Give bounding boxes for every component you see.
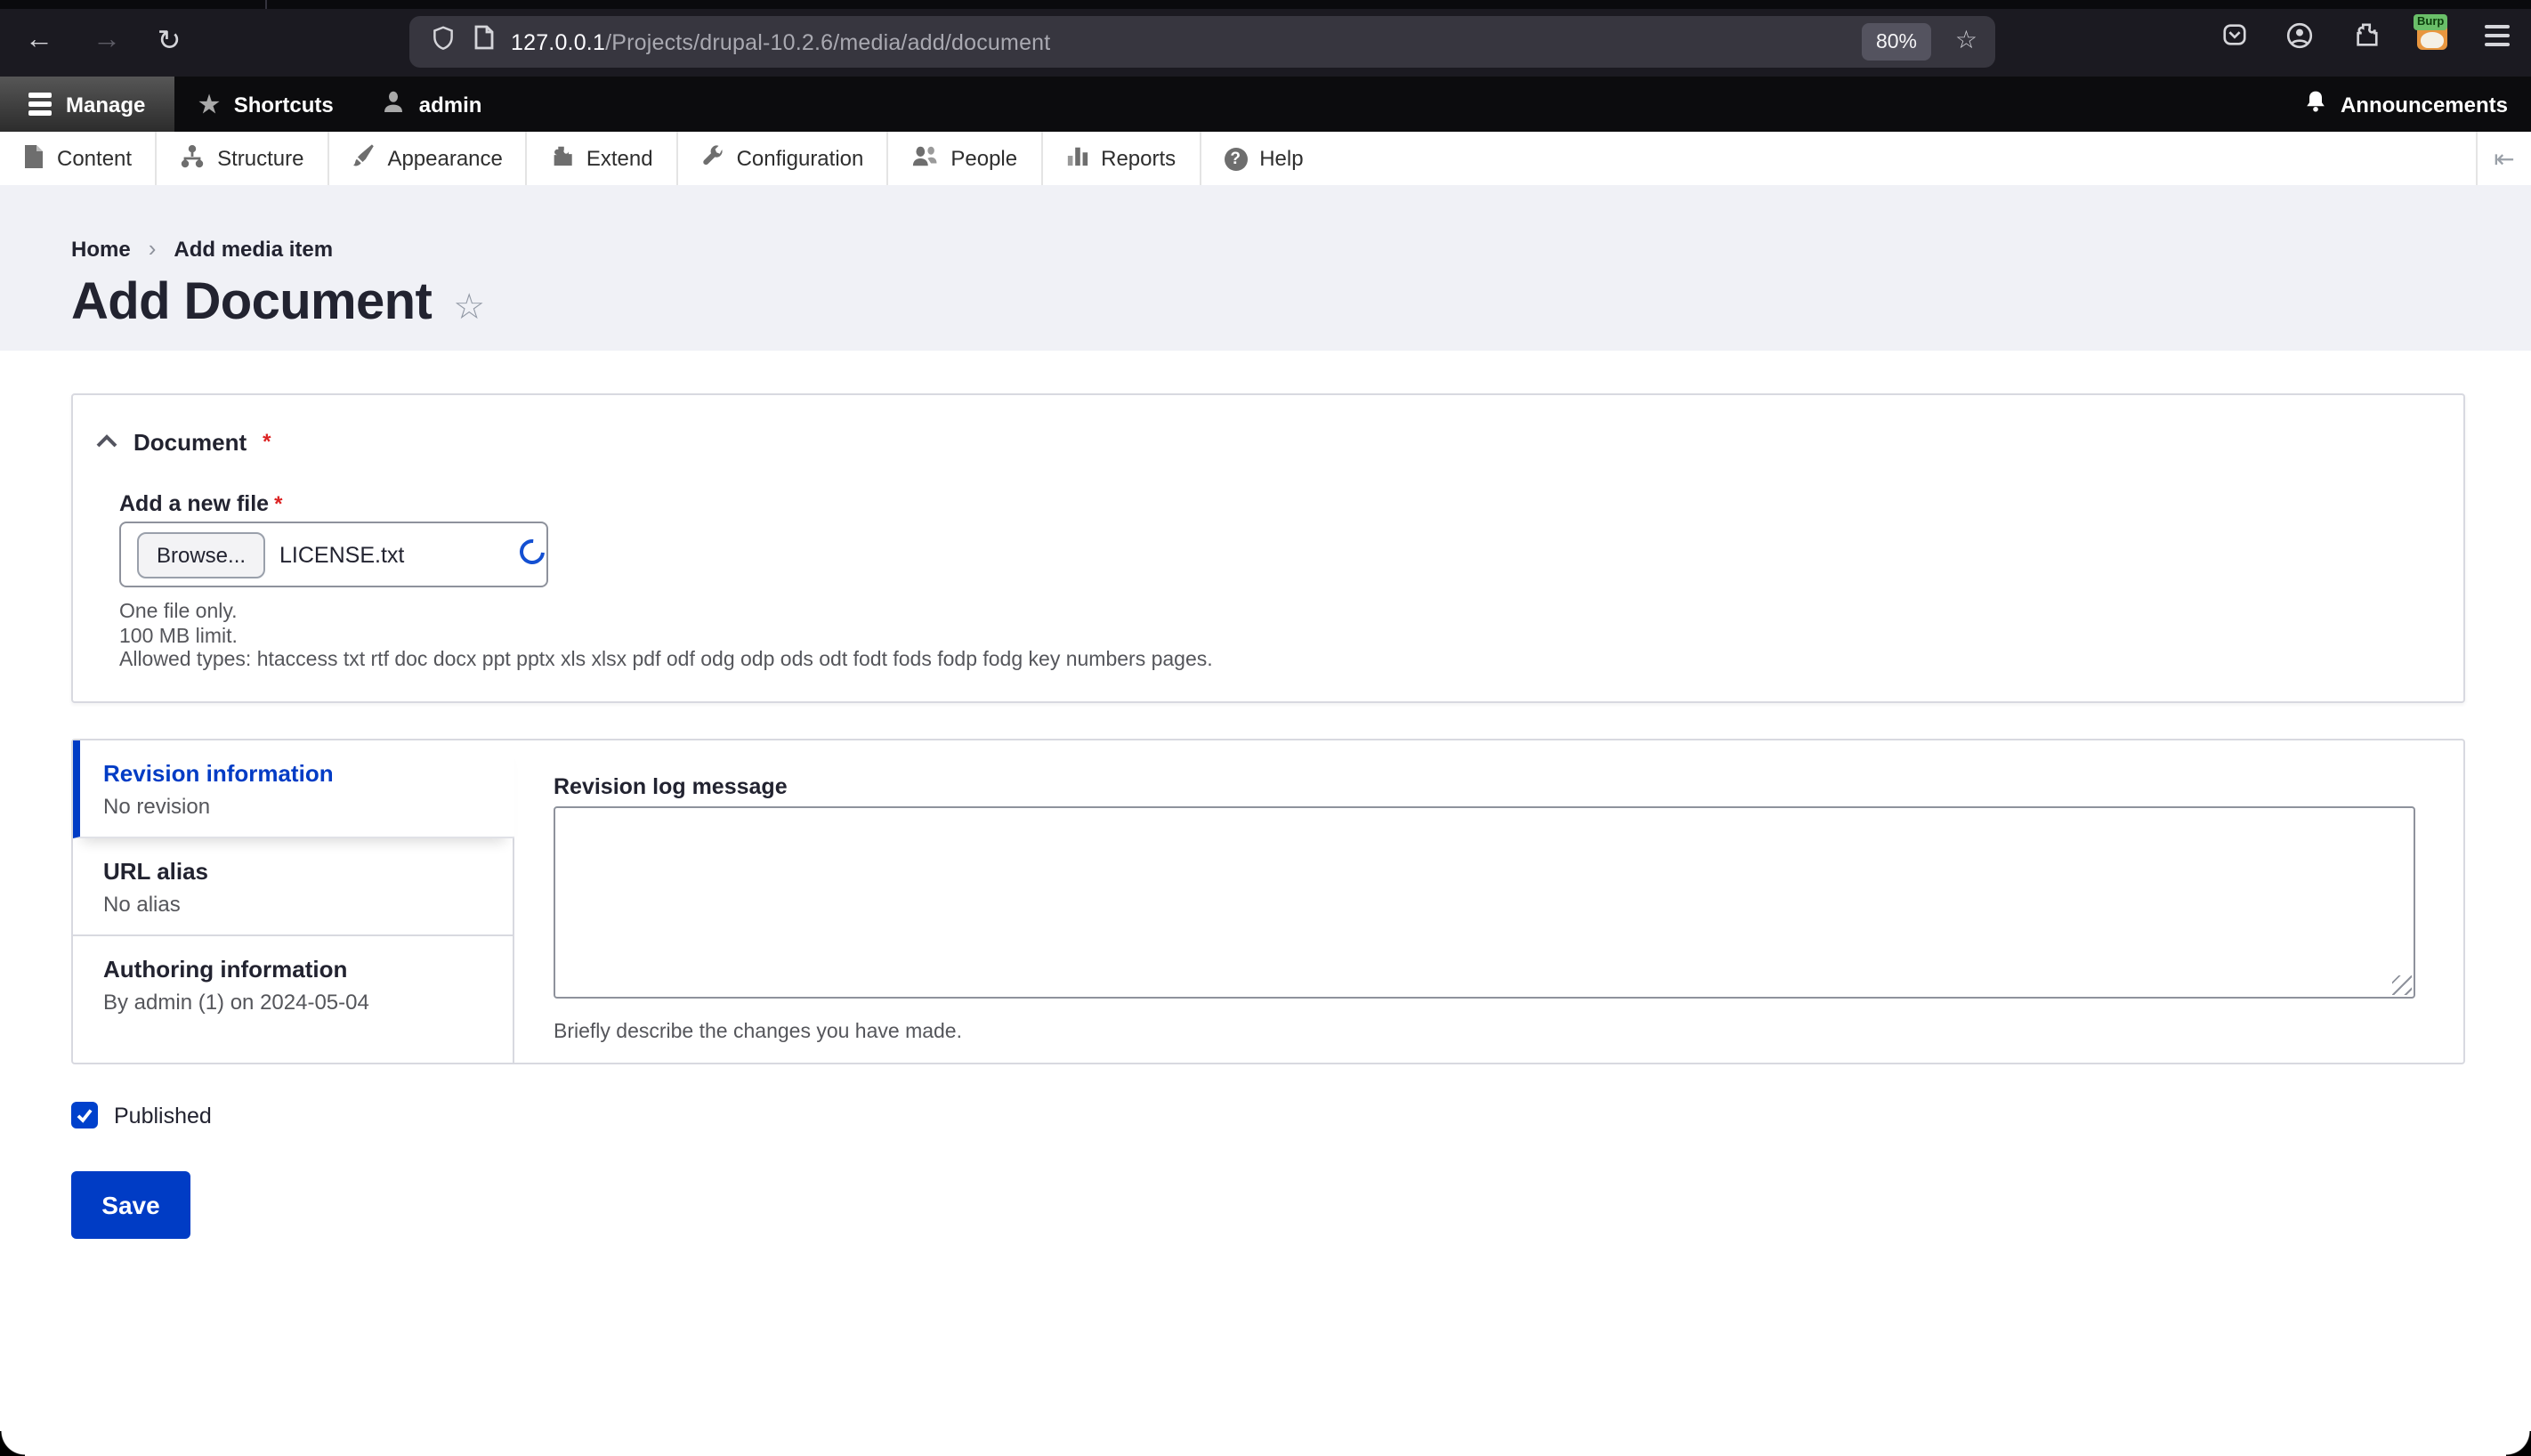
document-fieldset-legend[interactable]: Document * <box>96 425 271 457</box>
toolbar-item-manage[interactable]: Manage <box>0 77 174 132</box>
vertical-tabs: Revision information No revision URL ali… <box>71 739 2465 1064</box>
chevron-up-icon <box>96 425 117 457</box>
configuration-icon <box>701 144 724 173</box>
menu-item-appearance[interactable]: Appearance <box>328 132 528 185</box>
url-bar[interactable]: 127.0.0.1/Projects/drupal-10.2.6/media/a… <box>409 16 1995 68</box>
vertical-tabs-menu: Revision information No revision URL ali… <box>73 740 514 1063</box>
shortcuts-star-icon: ★ <box>198 90 220 117</box>
document-fieldset: Document * Add a new file * Browse... LIC… <box>71 393 2465 703</box>
burp-extension-icon[interactable]: Burp <box>2414 14 2448 50</box>
browser-tabstrip-edge <box>0 0 2531 9</box>
page-icon[interactable] <box>473 25 495 59</box>
content-icon <box>23 143 44 174</box>
revision-log-hint: Briefly describe the changes you have ma… <box>554 1022 962 1043</box>
zoom-level-badge[interactable]: 80% <box>1861 23 1931 61</box>
revision-log-textarea[interactable] <box>554 806 2415 999</box>
breadcrumb-separator: › <box>148 235 157 262</box>
toolbar-item-shortcuts[interactable]: ★ Shortcuts <box>174 77 358 132</box>
manage-label: Manage <box>66 92 146 117</box>
published-label: Published <box>114 1103 212 1128</box>
user-label: admin <box>418 92 482 117</box>
menu-item-structure[interactable]: Structure <box>157 132 329 185</box>
screen-corner <box>2506 1431 2531 1456</box>
toolbar-item-user[interactable]: admin <box>359 77 507 132</box>
bookmark-star-icon[interactable]: ☆ <box>1955 25 1977 55</box>
extend-icon <box>551 144 574 173</box>
file-name: LICENSE.txt <box>279 542 405 567</box>
manage-hamburger-icon <box>28 93 52 116</box>
reload-icon[interactable]: ↻ <box>148 20 190 62</box>
breadcrumb-home-link[interactable]: Home <box>71 236 131 261</box>
revision-log-label: Revision log message <box>554 774 788 799</box>
people-icon <box>911 144 938 173</box>
published-checkbox[interactable] <box>71 1102 98 1128</box>
shield-icon[interactable] <box>431 24 456 60</box>
account-icon[interactable] <box>2285 20 2314 49</box>
toolbar-item-announcements[interactable]: Announcements <box>2303 77 2531 132</box>
favorite-star-icon[interactable]: ☆ <box>453 285 485 329</box>
toolbar-collapse-icon[interactable]: ⇤ <box>2476 132 2531 185</box>
browse-button[interactable]: Browse... <box>137 531 266 578</box>
breadcrumb-current: Add media item <box>174 236 334 261</box>
announcements-label: Announcements <box>2340 92 2508 117</box>
file-field-description: One file only. 100 MB limit. Allowed typ… <box>119 602 1213 671</box>
required-marker: * <box>263 429 271 454</box>
drupal-menu-bar: Content Structure Appearance Extend Conf… <box>0 132 2531 194</box>
menu-item-configuration[interactable]: Configuration <box>678 132 889 185</box>
screen-corner <box>0 1431 25 1456</box>
published-row: Published <box>71 1102 212 1128</box>
checkmark-icon <box>77 1109 93 1123</box>
tab-url-alias[interactable]: URL alias No alias <box>73 838 513 936</box>
appearance-icon <box>352 144 375 173</box>
url-text: 127.0.0.1/Projects/drupal-10.2.6/media/a… <box>511 29 1051 54</box>
menu-item-extend[interactable]: Extend <box>528 132 678 185</box>
structure-icon <box>180 143 205 174</box>
forward-icon[interactable]: → <box>85 20 128 62</box>
menu-item-reports[interactable]: Reports <box>1042 132 1201 185</box>
vertical-tabs-panel: Revision log message Briefly describe th… <box>514 740 2463 1063</box>
page-header: Home › Add media item Add Document ☆ <box>0 185 2531 351</box>
pocket-icon[interactable] <box>2220 20 2248 49</box>
back-icon[interactable]: ← <box>18 20 61 62</box>
menu-item-content[interactable]: Content <box>0 132 158 185</box>
file-field-label: Add a new file * <box>119 491 283 516</box>
breadcrumb: Home › Add media item <box>71 235 333 262</box>
save-button[interactable]: Save <box>71 1171 190 1239</box>
user-icon <box>384 90 405 118</box>
drupal-admin-toolbar: Manage ★ Shortcuts admin Announcements <box>0 77 2531 132</box>
page-title: Add Document <box>71 274 433 331</box>
help-icon: ? <box>1224 147 1248 170</box>
extensions-icon[interactable] <box>2351 20 2380 49</box>
screen: ← → ↻ 127.0.0.1/Projects/drupal-10.2.6/m… <box>0 0 2531 1456</box>
tab-revision-information[interactable]: Revision information No revision <box>73 740 514 838</box>
menu-item-people[interactable]: People <box>888 132 1043 185</box>
reports-icon <box>1065 144 1088 173</box>
browser-toolbar: ← → ↻ 127.0.0.1/Projects/drupal-10.2.6/m… <box>0 0 2531 77</box>
shortcuts-label: Shortcuts <box>233 92 334 117</box>
menu-item-help[interactable]: ? Help <box>1201 132 1326 185</box>
tab-authoring-information[interactable]: Authoring information By admin (1) on 20… <box>73 936 513 1063</box>
bell-icon <box>2303 89 2328 119</box>
menu-hamburger-icon[interactable] <box>2485 24 2510 45</box>
file-input[interactable]: Browse... LICENSE.txt <box>119 522 548 587</box>
